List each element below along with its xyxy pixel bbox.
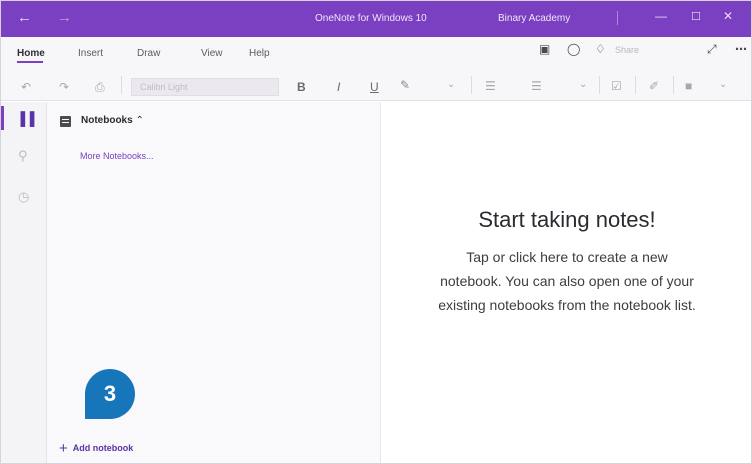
back-arrow-icon[interactable]: ← [17,9,32,26]
maximize-icon[interactable]: ☐ [691,10,701,23]
notebook-icon [60,116,71,127]
toolbar-separator [673,76,674,94]
notebook-view-icon[interactable]: ▣ [539,42,550,56]
tab-insert[interactable]: Insert [78,48,103,59]
bold-button[interactable]: B [297,80,306,94]
empty-state-title[interactable]: Start taking notes! [381,207,751,233]
search-icon[interactable]: ⚲ [18,148,28,164]
empty-state-line-1: Tap or click here to create a new [466,249,668,265]
add-notebook-label: Add notebook [72,443,134,453]
more-options-icon[interactable]: ⋯ [735,42,747,56]
forward-arrow-icon[interactable]: → [57,9,72,26]
highlight-icon[interactable]: ✎ [400,78,410,92]
numbered-list-icon[interactable]: ☰ [531,79,542,93]
active-tab-indicator [17,61,43,63]
notebooks-icon[interactable]: ▐▐ [16,111,34,126]
notebooks-header[interactable]: Notebooks ⌃ [81,115,144,126]
app-title: OneNote for Windows 10 [315,13,427,24]
toolbar-separator [599,76,600,94]
pen-icon[interactable]: ✐ [649,79,659,93]
toolbar-overflow-icon[interactable]: ⌄ [719,79,727,90]
italic-button[interactable]: I [337,80,340,94]
onenote-window: ← → OneNote for Windows 10 Binary Academ… [0,0,752,464]
plus-icon: + [59,440,68,457]
toolbar-separator [471,76,472,94]
toolbar-separator [635,76,636,94]
toolbar-separator [121,76,122,94]
underline-button[interactable]: U [370,80,379,94]
title-bar: ← → OneNote for Windows 10 Binary Academ… [1,1,751,37]
highlight-dropdown-icon[interactable]: ⌄ [447,79,455,90]
ribbon-tabs [1,37,751,65]
callout-number: 3 [103,381,117,406]
close-icon[interactable]: ✕ [723,9,733,23]
expand-icon[interactable]: ⤢ [707,42,717,57]
share-button[interactable]: Share [615,45,639,55]
account-name[interactable]: Binary Academy [498,13,570,24]
redo-icon[interactable]: ↷ [59,80,69,94]
minimize-icon[interactable]: — [655,9,667,23]
undo-icon[interactable]: ↶ [21,80,31,94]
bullet-list-icon[interactable]: ☰ [485,79,496,93]
tab-view[interactable]: View [201,48,223,59]
empty-state-line-2: notebook. You can also open one of your [440,273,694,289]
font-name-input[interactable]: Calibri Light [131,78,279,96]
tab-draw[interactable]: Draw [137,48,160,59]
tab-help[interactable]: Help [249,48,270,59]
lightbulb-icon[interactable]: ◯ [567,42,580,56]
list-dropdown-icon[interactable]: ⌄ [579,79,587,90]
rail-selection-indicator [1,106,4,130]
recent-clock-icon[interactable]: ◷ [18,189,29,205]
bell-icon[interactable]: ♢ [595,42,606,56]
more-notebooks-link[interactable]: More Notebooks... [80,151,154,161]
add-notebook-button[interactable]: + Add notebook [59,438,134,457]
font-name-value: Calibri Light [140,82,188,92]
empty-state-line-3: existing notebooks from the notebook lis… [438,297,696,313]
clipboard-icon[interactable]: ⎙ [95,80,105,95]
chevron-up-icon: ⌃ [135,115,144,126]
audio-icon[interactable]: ■ [685,79,692,93]
title-separator [617,11,618,25]
tab-home[interactable]: Home [17,48,45,59]
tag-icon[interactable]: ☑ [611,79,622,93]
